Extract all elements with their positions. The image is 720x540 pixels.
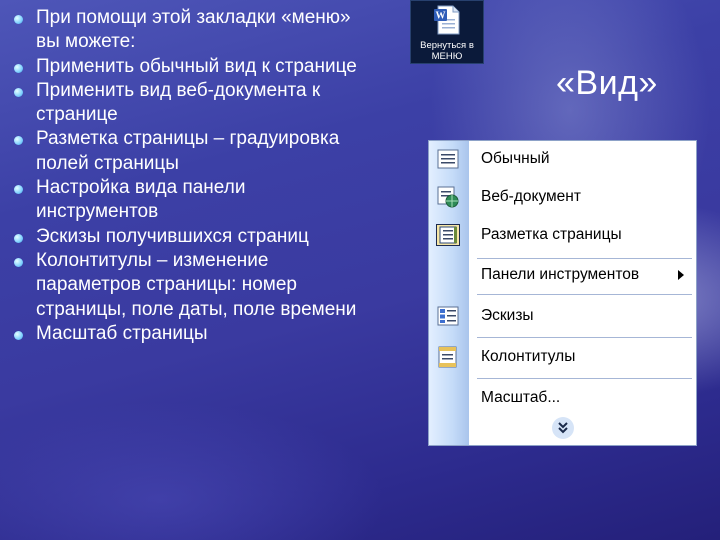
bullet-list: При помощи этой закладки «меню» вы может… bbox=[10, 6, 370, 346]
bullet-text: Разметка страницы – градуировка полей ст… bbox=[36, 128, 340, 174]
menu-separator bbox=[477, 337, 692, 338]
bullet-item: При помощи этой закладки «меню» вы может… bbox=[10, 6, 370, 55]
normal-view-icon bbox=[437, 149, 459, 169]
menu-separator bbox=[477, 378, 692, 379]
bullet-text: При помощи этой закладки «меню» вы может… bbox=[36, 7, 351, 53]
word-document-icon: W bbox=[434, 5, 460, 35]
menu-separator bbox=[477, 294, 692, 295]
menu-item-toolbars[interactable]: Панели инструментов bbox=[429, 260, 696, 290]
menu-item-label: Колонтитулы bbox=[481, 348, 576, 365]
menu-item-label: Панели инструментов bbox=[481, 266, 640, 283]
page-layout-icon bbox=[436, 224, 460, 246]
bullet-item: Масштаб страницы bbox=[10, 322, 370, 346]
menu-item-label: Эскизы bbox=[481, 307, 534, 324]
bullet-dot bbox=[14, 136, 23, 146]
bullet-dot bbox=[14, 330, 23, 340]
bullet-text: Колонтитулы – изменение параметров стран… bbox=[36, 249, 357, 320]
bullet-item: Применить обычный вид к странице bbox=[10, 55, 370, 79]
header-footer-icon bbox=[438, 346, 457, 368]
bullet-text: Эскизы получившихся страниц bbox=[36, 225, 309, 247]
thumbnails-icon bbox=[437, 306, 459, 326]
bullet-dot bbox=[14, 233, 23, 243]
bullet-item: Эскизы получившихся страниц bbox=[10, 225, 370, 249]
chevron-double-down-icon bbox=[558, 422, 568, 434]
bullet-text: Масштаб страницы bbox=[36, 322, 208, 344]
bullet-dot bbox=[14, 87, 23, 97]
back-button-label: Вернуться в МЕНЮ bbox=[420, 40, 474, 62]
menu-separator bbox=[477, 258, 692, 259]
bullet-item: Настройка вида панели инструментов bbox=[10, 176, 370, 225]
menu-item-label: Веб-документ bbox=[481, 188, 581, 205]
menu-item-page-layout[interactable]: Разметка страницы bbox=[429, 220, 696, 250]
bullet-dot bbox=[14, 257, 23, 267]
menu-item-web-document[interactable]: Веб-документ bbox=[429, 182, 696, 212]
bullet-dot bbox=[14, 185, 23, 195]
bullet-dot bbox=[14, 63, 23, 73]
back-to-menu-button[interactable]: W Вернуться в МЕНЮ bbox=[410, 0, 484, 64]
submenu-arrow-icon bbox=[678, 270, 684, 280]
expand-menu-button[interactable] bbox=[552, 417, 574, 439]
bullet-text: Применить вид веб-документа к странице bbox=[36, 79, 321, 126]
svg-text:W: W bbox=[436, 11, 446, 22]
menu-item-normal[interactable]: Обычный bbox=[429, 144, 696, 174]
bullet-dot bbox=[14, 15, 23, 24]
slide-title: «Вид» bbox=[556, 64, 658, 102]
bullet-text: Применить обычный вид к странице bbox=[36, 55, 357, 77]
bullet-item: Колонтитулы – изменение параметров стран… bbox=[10, 249, 370, 322]
menu-item-header-footer[interactable]: Колонтитулы bbox=[429, 342, 696, 372]
web-document-icon bbox=[437, 186, 459, 208]
menu-item-label: Обычный bbox=[481, 150, 550, 167]
bullet-item: Разметка страницы – градуировка полей ст… bbox=[10, 127, 370, 176]
menu-item-thumbnails[interactable]: Эскизы bbox=[429, 301, 696, 331]
view-menu: Обычный Веб-документ Разметка страницы П… bbox=[428, 140, 697, 446]
menu-item-label: Разметка страницы bbox=[481, 226, 622, 243]
bullet-item: Применить вид веб-документа к странице bbox=[10, 79, 370, 128]
menu-item-zoom[interactable]: Масштаб... bbox=[429, 383, 696, 413]
bullet-text: Настройка вида панели инструментов bbox=[36, 177, 246, 223]
menu-item-label: Масштаб... bbox=[481, 389, 561, 406]
